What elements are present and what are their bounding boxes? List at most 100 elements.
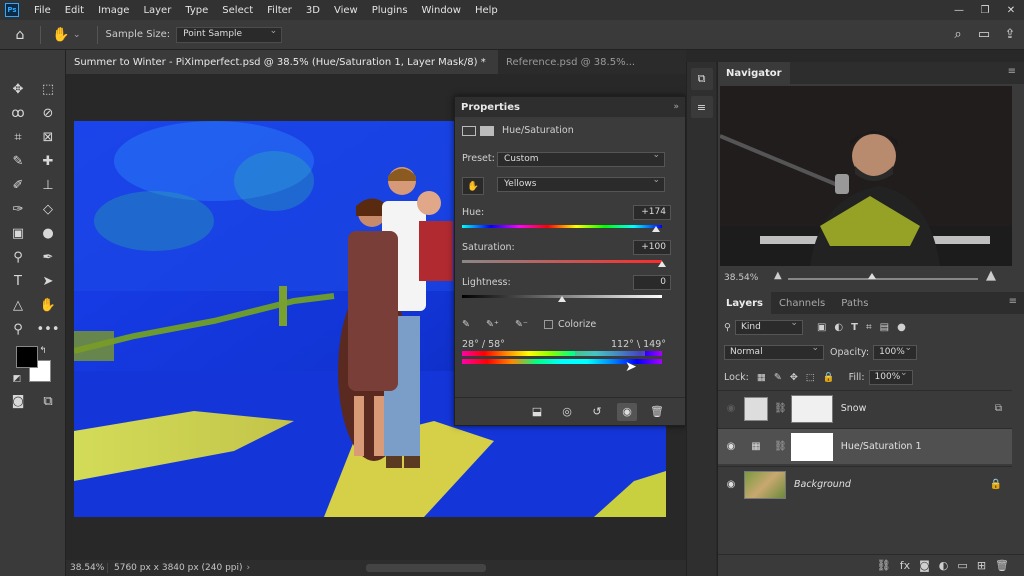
visibility-toggle[interactable]: ◉ [718, 441, 744, 452]
hue-value-field[interactable]: +174 [633, 205, 671, 220]
object-selection-tool-icon[interactable]: ⊘ [36, 102, 60, 124]
tab-channels[interactable]: Channels [771, 292, 833, 314]
adjustment-grid-icon[interactable] [462, 125, 476, 136]
menu-image[interactable]: Image [91, 5, 136, 16]
hue-slider[interactable] [462, 225, 662, 228]
layer-row-snow[interactable]: ◉ ⛓ Snow ⧉ [718, 390, 1012, 426]
brush-tool-icon[interactable]: ✐ [6, 174, 30, 196]
menu-3d[interactable]: 3D [299, 5, 327, 16]
filter-toggle-icon[interactable]: ● [897, 322, 906, 333]
menu-type[interactable]: Type [178, 5, 215, 16]
eyedropper-icon[interactable]: ✎ [462, 319, 470, 330]
eyedropper-tool-icon[interactable]: ✎ [6, 150, 30, 172]
collapse-icon[interactable]: » [673, 102, 679, 112]
saturation-slider[interactable] [462, 260, 662, 263]
menu-file[interactable]: File [27, 5, 58, 16]
type-tool-icon[interactable]: T [6, 270, 30, 292]
tool-preset-chevron-icon[interactable]: ⌄ [73, 30, 81, 40]
gradient-tool-icon[interactable]: ▣ [6, 222, 30, 244]
layer-name[interactable]: Snow [841, 403, 867, 414]
crop-tool-icon[interactable]: ⌗ [6, 126, 30, 148]
workspace-icon[interactable]: ▭ [974, 24, 994, 44]
visibility-toggle[interactable]: ◉ [718, 403, 744, 414]
delete-layer-icon[interactable]: 🗑 [995, 559, 1009, 572]
navigator-preview[interactable] [720, 86, 1012, 266]
tab-paths[interactable]: Paths [833, 292, 876, 314]
colorize-checkbox[interactable] [543, 320, 553, 329]
view-previous-state-icon[interactable]: ◎ [557, 403, 577, 421]
layer-mask-thumbnail[interactable] [790, 432, 833, 461]
color-range-selection[interactable] [575, 351, 645, 356]
eyedropper-minus-icon[interactable]: ✎⁻ [515, 319, 528, 330]
filter-adjustment-icon[interactable]: ◐ [834, 322, 843, 333]
swap-colors-icon[interactable]: ↰ [36, 340, 50, 362]
layer-name[interactable]: Hue/Saturation 1 [841, 441, 922, 452]
filter-shape-icon[interactable]: ⌗ [866, 322, 872, 333]
menu-select[interactable]: Select [215, 5, 260, 16]
pen-tool-icon[interactable]: ✒ [36, 246, 60, 268]
lock-artboard-icon[interactable]: ⬚ [806, 372, 815, 383]
saturation-value-field[interactable]: +100 [633, 240, 671, 255]
link-icon[interactable]: ⛓ [774, 403, 787, 414]
layer-style-icon[interactable]: fx [900, 559, 910, 572]
lock-position-icon[interactable]: ✥ [790, 372, 798, 383]
history-brush-tool-icon[interactable]: ✑ [6, 198, 30, 220]
lock-transparent-icon[interactable]: ▦ [757, 372, 766, 383]
zoom-in-icon[interactable]: ▲ [986, 268, 996, 283]
navigator-zoom[interactable]: 38.54% [724, 273, 758, 283]
more-tools-icon[interactable]: ••• [36, 318, 60, 340]
zoom-level[interactable]: 38.54% [66, 563, 108, 573]
default-colors-icon[interactable]: ◩ [10, 368, 24, 390]
filter-smart-object-icon[interactable]: ▤ [880, 322, 889, 333]
new-adjustment-icon[interactable]: ◐ [939, 559, 949, 572]
lock-image-icon[interactable]: ✎ [774, 372, 782, 383]
quick-mask-icon[interactable]: ◙ [6, 390, 30, 412]
path-selection-tool-icon[interactable]: ➤ [36, 270, 60, 292]
layer-thumbnail[interactable] [744, 470, 786, 499]
layers-menu-icon[interactable]: ≡ [1009, 296, 1017, 307]
menu-plugins[interactable]: Plugins [365, 5, 415, 16]
foreground-color-swatch[interactable] [16, 346, 38, 368]
hand-tool-icon[interactable]: ✋ [36, 294, 60, 316]
tab-summer-to-winter[interactable]: Summer to Winter - PiXimperfect.psd @ 38… [66, 50, 498, 74]
channel-select[interactable]: Yellows [497, 175, 665, 192]
dodge-tool-icon[interactable]: ⚲ [6, 246, 30, 268]
saturation-slider-thumb[interactable] [658, 261, 666, 267]
opacity-field[interactable]: 100% [873, 343, 918, 360]
filter-pixel-icon[interactable]: ▣ [817, 322, 826, 333]
menu-help[interactable]: Help [468, 5, 505, 16]
sample-size-select[interactable]: Point Sample [176, 26, 283, 43]
frame-tool-icon[interactable]: ⊠ [36, 126, 60, 148]
restore-button[interactable]: ❐ [972, 0, 998, 20]
link-icon[interactable]: ⛓ [774, 441, 787, 452]
navigator-zoom-slider[interactable] [788, 278, 978, 280]
navigator-menu-icon[interactable]: ≡ [1008, 66, 1016, 77]
new-group-icon[interactable]: ▭ [957, 559, 967, 572]
lightness-value-field[interactable]: 0 [633, 275, 671, 290]
clone-stamp-tool-icon[interactable]: ⊥ [36, 174, 60, 196]
reset-icon[interactable]: ↺ [587, 403, 607, 421]
menu-window[interactable]: Window [415, 5, 468, 16]
blur-tool-icon[interactable]: ● [36, 222, 60, 244]
add-mask-icon[interactable]: ◙ [919, 559, 930, 572]
filter-type-icon[interactable]: T [851, 322, 858, 333]
lock-all-icon[interactable]: 🔒 [823, 372, 835, 383]
layer-row-hue-saturation[interactable]: ◉ ▦ ⛓ Hue/Saturation 1 [718, 428, 1012, 464]
menu-view[interactable]: View [327, 5, 365, 16]
zoom-out-icon[interactable]: ▲ [774, 270, 782, 281]
blend-mode-select[interactable]: Normal [724, 343, 824, 360]
hand-tool-icon[interactable]: ✋ [49, 23, 73, 47]
status-menu-chevron[interactable]: › [247, 563, 251, 573]
mask-icon[interactable] [480, 125, 494, 136]
home-icon[interactable]: ⌂ [8, 23, 32, 47]
hue-slider-thumb[interactable] [652, 226, 660, 232]
navigator-panel-icon[interactable]: ⧉ [690, 68, 713, 90]
tab-reference[interactable]: Reference.psd @ 38.5%... [498, 50, 643, 74]
tab-layers[interactable]: Layers [718, 292, 771, 314]
clip-to-layer-icon[interactable]: ⬓ [527, 403, 547, 421]
lightness-slider-thumb[interactable] [558, 296, 566, 302]
close-window-button[interactable]: ✕ [998, 0, 1024, 20]
horizontal-scrollbar[interactable] [366, 564, 486, 572]
layer-row-background[interactable]: ◉ Background 🔒 [718, 466, 1012, 502]
link-layers-icon[interactable]: ⛓ [877, 559, 891, 572]
